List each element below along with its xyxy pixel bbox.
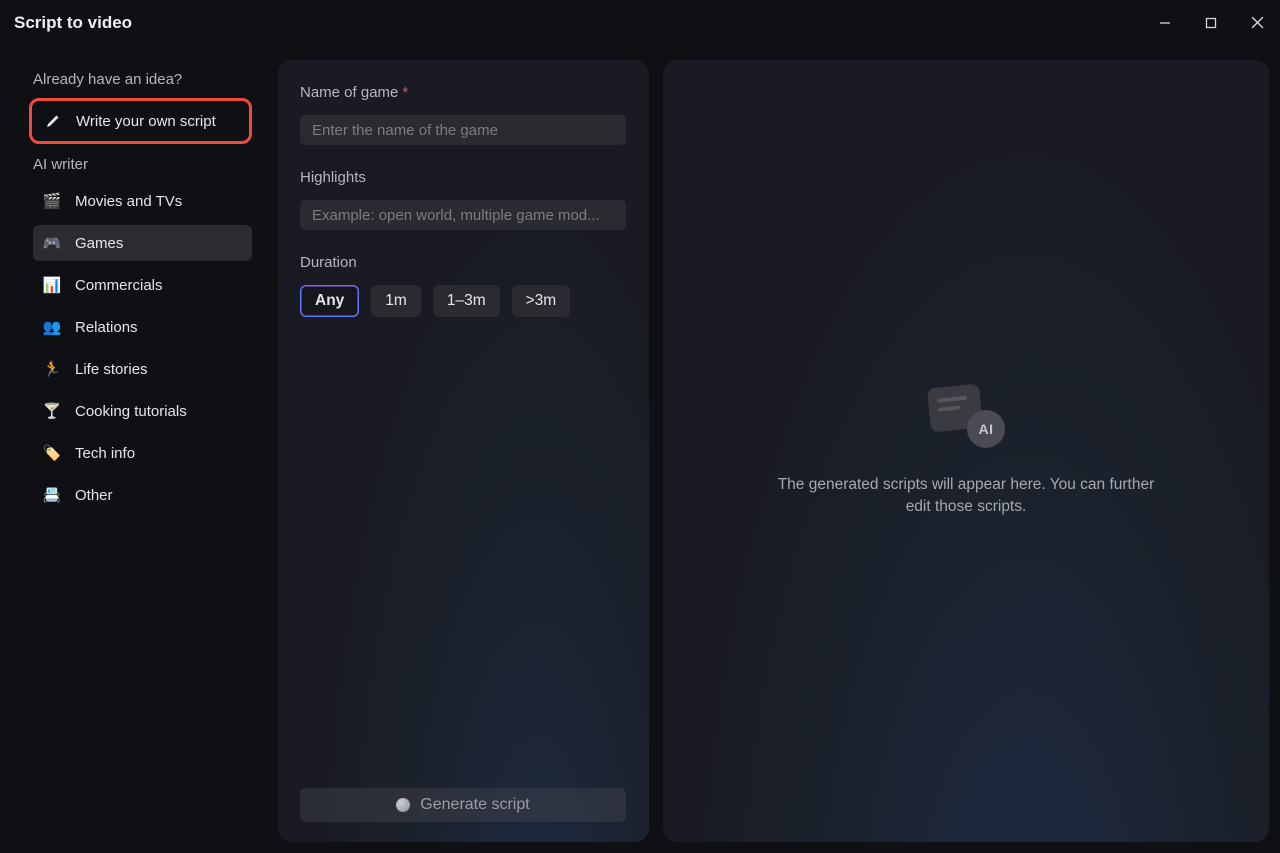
duration-1m[interactable]: 1m bbox=[371, 285, 421, 317]
maximize-icon bbox=[1205, 17, 1217, 29]
sidebar-item-tech[interactable]: 🏷️ Tech info bbox=[33, 435, 252, 471]
sidebar-item-label: Cooking tutorials bbox=[75, 403, 187, 420]
sidebar-item-commercials[interactable]: 📊 Commercials bbox=[33, 267, 252, 303]
duration-label: Duration bbox=[300, 254, 627, 271]
other-icon: 📇 bbox=[43, 486, 61, 504]
highlights-input[interactable] bbox=[300, 200, 626, 230]
highlight-annotation: Write your own script bbox=[29, 98, 252, 144]
app-window: Script to video Already have an idea? bbox=[0, 0, 1280, 853]
sidebar-item-life-stories[interactable]: 🏃 Life stories bbox=[33, 351, 252, 387]
placeholder-text: The generated scripts will appear here. … bbox=[778, 474, 1155, 519]
runner-icon: 🏃 bbox=[43, 360, 61, 378]
sidebar-item-label: Relations bbox=[75, 319, 138, 336]
sidebar-item-label: Life stories bbox=[75, 361, 148, 378]
glass-icon: 🍸 bbox=[43, 402, 61, 420]
close-icon bbox=[1251, 16, 1264, 29]
sidebar-item-label: Other bbox=[75, 487, 113, 504]
titlebar: Script to video bbox=[0, 0, 1280, 46]
people-icon: 👥 bbox=[43, 318, 61, 336]
window-title: Script to video bbox=[14, 13, 132, 33]
sidebar-item-write-own[interactable]: Write your own script bbox=[34, 103, 247, 139]
sidebar-item-label: Tech info bbox=[75, 445, 135, 462]
sidebar-item-label: Commercials bbox=[75, 277, 163, 294]
form-panel: Name of game* Highlights Duration Any 1m… bbox=[278, 60, 649, 842]
sidebar-item-other[interactable]: 📇 Other bbox=[33, 477, 252, 513]
tag-icon: 🏷️ bbox=[43, 444, 61, 462]
sidebar-item-relations[interactable]: 👥 Relations bbox=[33, 309, 252, 345]
sidebar-heading-idea: Already have an idea? bbox=[33, 71, 252, 88]
generate-row: Generate script bbox=[300, 788, 627, 822]
chart-icon: 📊 bbox=[43, 276, 61, 294]
pencil-icon bbox=[44, 112, 62, 130]
ai-badge-icon: AI bbox=[967, 410, 1005, 448]
highlights-label: Highlights bbox=[300, 169, 627, 186]
duration-gt3m[interactable]: >3m bbox=[512, 285, 571, 317]
name-label: Name of game* bbox=[300, 84, 627, 101]
content-area: Already have an idea? Write your own scr… bbox=[0, 46, 1280, 853]
placeholder-graphic: AI bbox=[927, 384, 1005, 448]
sidebar-heading-ai: AI writer bbox=[33, 156, 252, 173]
required-asterisk: * bbox=[402, 84, 408, 101]
minimize-icon bbox=[1159, 17, 1171, 29]
sidebar-item-games[interactable]: 🎮 Games bbox=[33, 225, 252, 261]
sparkle-icon bbox=[396, 798, 410, 812]
gamepad-icon: 🎮 bbox=[43, 234, 61, 252]
duration-1-3m[interactable]: 1–3m bbox=[433, 285, 500, 317]
duration-row: Any 1m 1–3m >3m bbox=[300, 285, 627, 317]
sidebar-item-cooking[interactable]: 🍸 Cooking tutorials bbox=[33, 393, 252, 429]
duration-any[interactable]: Any bbox=[300, 285, 359, 317]
sidebar-item-label: Games bbox=[75, 235, 123, 252]
sidebar-item-label: Movies and TVs bbox=[75, 193, 182, 210]
window-controls bbox=[1142, 0, 1280, 45]
results-panel: AI The generated scripts will appear her… bbox=[663, 60, 1269, 842]
sidebar-item-movies[interactable]: 🎬 Movies and TVs bbox=[33, 183, 252, 219]
sidebar: Already have an idea? Write your own scr… bbox=[11, 60, 264, 842]
minimize-button[interactable] bbox=[1142, 0, 1188, 45]
clapper-icon: 🎬 bbox=[43, 192, 61, 210]
sidebar-item-label: Write your own script bbox=[76, 113, 216, 130]
maximize-button[interactable] bbox=[1188, 0, 1234, 45]
name-input[interactable] bbox=[300, 115, 626, 145]
close-button[interactable] bbox=[1234, 0, 1280, 45]
generate-button[interactable]: Generate script bbox=[300, 788, 626, 822]
